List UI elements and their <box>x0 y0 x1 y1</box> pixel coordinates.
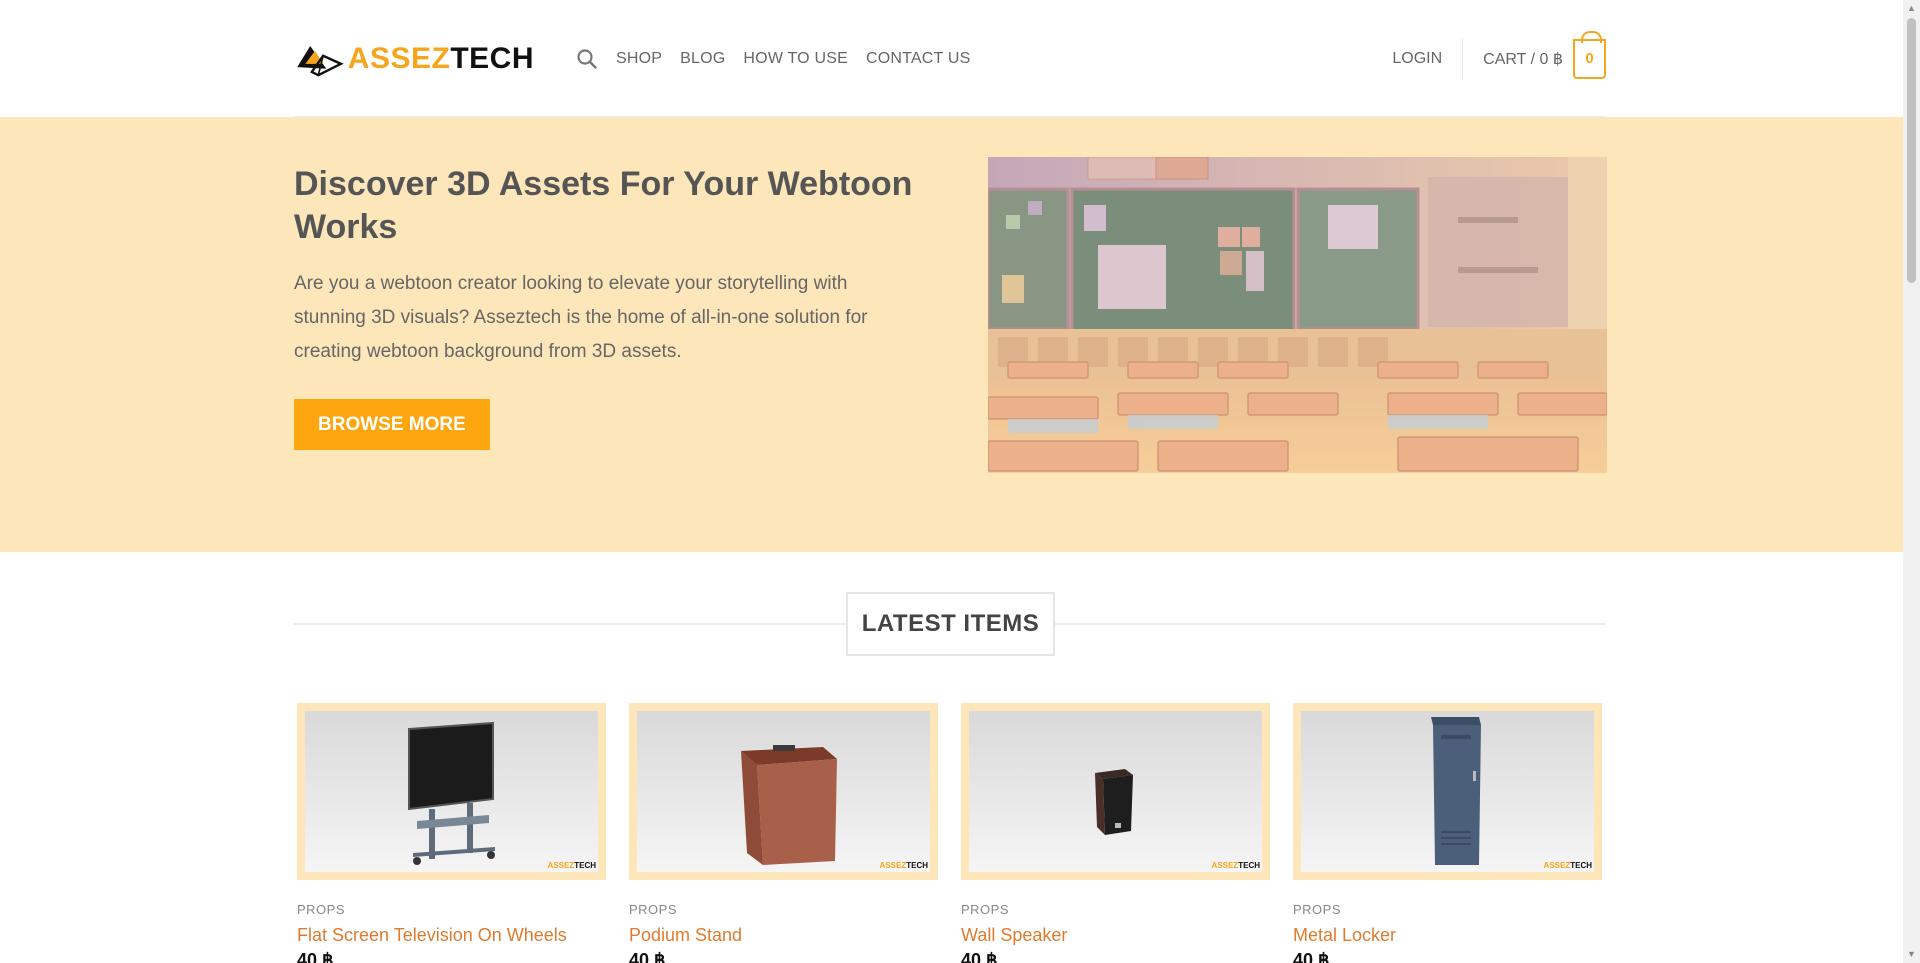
logo-mark-icon <box>297 45 344 77</box>
product-thumbnail[interactable]: ASSEZTECH <box>961 703 1270 880</box>
logo-text: ASSEZTECH <box>347 41 534 75</box>
metal-locker-image <box>1431 717 1481 865</box>
cart-bag-icon[interactable]: 0 <box>1573 30 1606 79</box>
hero-description: Are you a webtoon creator looking to ele… <box>294 273 868 362</box>
logo[interactable]: ASSEZTECH <box>294 35 534 83</box>
page: ASSEZTECH SHOP BLOG HOW TO USE CONTACT U… <box>0 0 1903 963</box>
main-nav: SHOP BLOG HOW TO USE CONTACT US <box>576 48 988 70</box>
hero-title: Discover 3D Assets For Your Webtoon Work… <box>294 165 913 246</box>
search-icon[interactable] <box>576 48 598 70</box>
login-link[interactable]: LOGIN <box>1392 38 1464 79</box>
watermark-logo: ASSEZTECH <box>1543 861 1592 870</box>
latest-items-title: LATEST ITEMS <box>846 592 1055 656</box>
hero-classroom-image <box>988 157 1607 473</box>
product-price: 40 ฿ <box>629 950 666 963</box>
product-category[interactable]: PROPS <box>961 902 1270 917</box>
product-card[interactable]: ASSEZTECH PROPS Podium Stand 40 ฿ <box>629 703 938 963</box>
nav-how-to-use[interactable]: HOW TO USE <box>743 50 848 68</box>
scrollbar-thumb[interactable] <box>1907 18 1916 283</box>
scroll-up-icon[interactable]: ▲ <box>1903 0 1920 17</box>
product-thumbnail[interactable]: ASSEZTECH <box>297 703 606 880</box>
product-card[interactable]: ASSEZTECH PROPS Metal Locker 40 ฿ <box>1293 703 1602 963</box>
product-price: 40 ฿ <box>297 950 334 963</box>
product-card[interactable]: ASSEZTECH PROPS Wall Speaker 40 ฿ <box>961 703 1270 963</box>
product-name[interactable]: Flat Screen Television On Wheels <box>297 925 606 946</box>
product-name[interactable]: Metal Locker <box>1293 925 1602 946</box>
nav-contact-us[interactable]: CONTACT US <box>866 50 971 68</box>
page-scrollbar[interactable]: ▲ ▼ <box>1903 0 1920 963</box>
browse-more-button[interactable]: BROWSE MORE <box>294 399 490 450</box>
product-name[interactable]: Wall Speaker <box>961 925 1270 946</box>
nav-blog[interactable]: BLOG <box>680 50 725 68</box>
watermark-logo: ASSEZTECH <box>547 861 596 870</box>
cart-link[interactable]: CART / 0 ฿ <box>1483 49 1563 69</box>
product-category[interactable]: PROPS <box>629 902 938 917</box>
scroll-down-icon[interactable]: ▼ <box>1903 946 1920 963</box>
product-thumbnail[interactable]: ASSEZTECH <box>629 703 938 880</box>
product-category[interactable]: PROPS <box>297 902 606 917</box>
latest-items-header: LATEST ITEMS <box>294 592 1606 656</box>
hero-banner: Discover 3D Assets For Your Webtoon Work… <box>0 117 1903 552</box>
product-price: 40 ฿ <box>961 950 998 963</box>
product-category[interactable]: PROPS <box>1293 902 1602 917</box>
tv-on-wheels-image <box>408 721 495 865</box>
product-card[interactable]: ASSEZTECH PROPS Flat Screen Television O… <box>297 703 606 963</box>
watermark-logo: ASSEZTECH <box>1211 861 1260 870</box>
product-name[interactable]: Podium Stand <box>629 925 938 946</box>
product-thumbnail[interactable]: ASSEZTECH <box>1293 703 1602 880</box>
watermark-logo: ASSEZTECH <box>879 861 928 870</box>
product-price: 40 ฿ <box>1293 950 1330 963</box>
site-header: ASSEZTECH SHOP BLOG HOW TO USE CONTACT U… <box>0 0 1903 117</box>
nav-shop[interactable]: SHOP <box>616 50 662 68</box>
account-nav: LOGIN CART / 0 ฿ 0 <box>1392 30 1606 79</box>
podium-stand-image <box>741 745 837 865</box>
wall-speaker-image <box>1095 769 1133 835</box>
